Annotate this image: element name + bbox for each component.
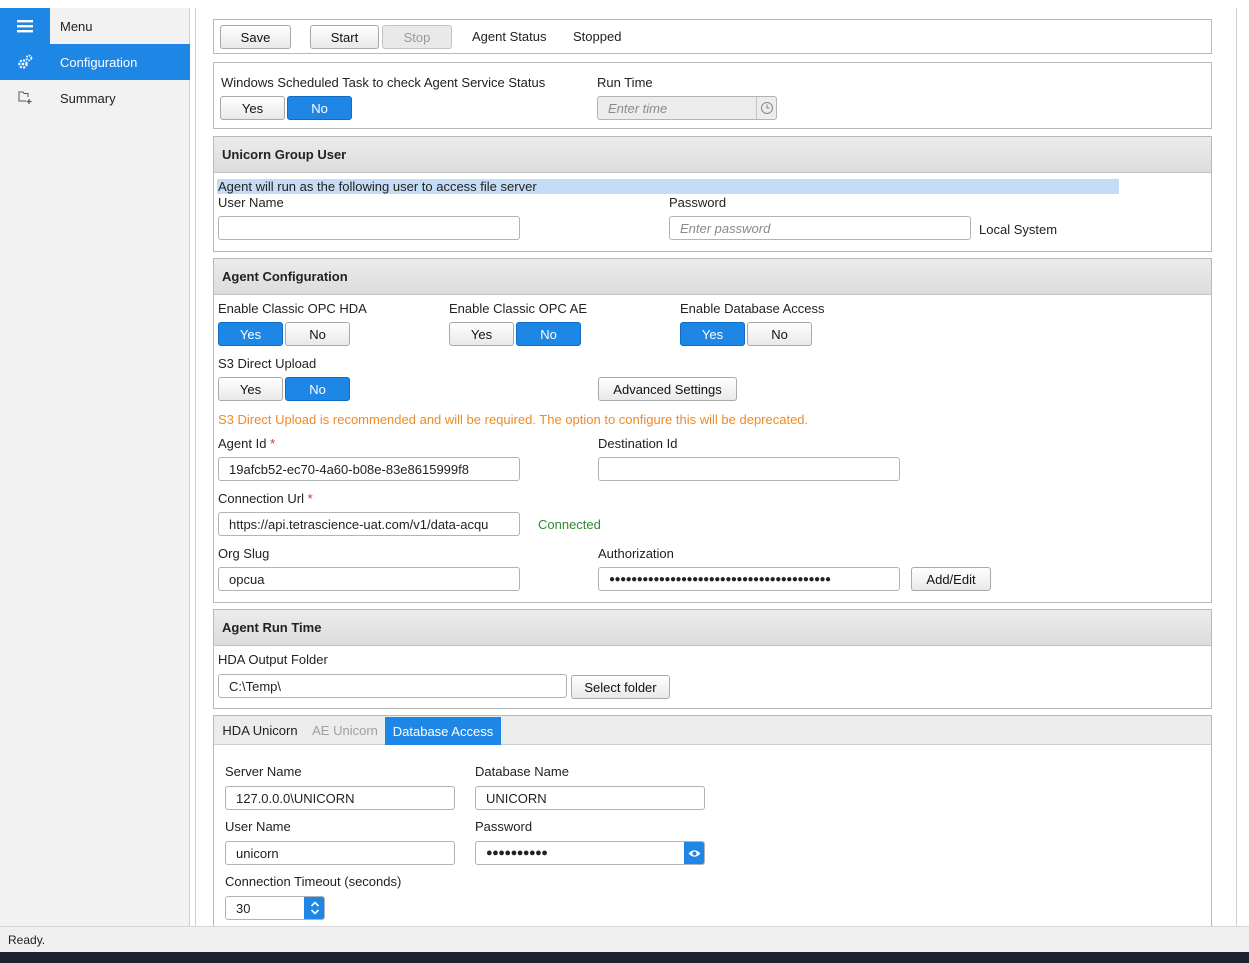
hda-folder-label: HDA Output Folder [218, 652, 328, 667]
sidebar-item-label: Configuration [60, 54, 138, 70]
run-time-title: Agent Run Time [214, 610, 1211, 646]
connection-url-input[interactable]: https://api.tetrascience-uat.com/v1/data… [218, 512, 520, 536]
agent-status-label: Agent Status [472, 29, 547, 44]
db-yes-button[interactable]: Yes [680, 322, 745, 346]
db-user-input[interactable]: unicorn [225, 841, 455, 865]
server-name-input[interactable]: 127.0.0.0\UNICORN [225, 786, 455, 810]
gears-icon [0, 44, 50, 80]
sidebar-item-summary[interactable]: Summary [0, 80, 190, 116]
db-no-button[interactable]: No [747, 322, 812, 346]
timeout-value: 30 [236, 900, 251, 916]
hda-label: Enable Classic OPC HDA [218, 301, 367, 316]
agent-status-value: Stopped [573, 29, 622, 44]
s3-label: S3 Direct Upload [218, 356, 317, 371]
sidebar-item-menu[interactable]: Menu [0, 8, 190, 44]
local-system-label[interactable]: Local System [979, 222, 1057, 237]
db-password-label: Password [475, 819, 533, 834]
timeout-stepper[interactable]: 30 [225, 896, 325, 920]
advanced-settings-button[interactable]: Advanced Settings [598, 377, 737, 401]
org-slug-label: Org Slug [218, 546, 270, 561]
status-bar: Ready. [0, 926, 1249, 952]
agent-id-input[interactable]: 19afcb52-ec70-4a60-b08e-83e8615999f8 [218, 457, 520, 481]
agent-config-title: Agent Configuration [214, 259, 1211, 295]
agent-config-panel: Agent Configuration Enable Classic OPC H… [213, 258, 1212, 603]
run-time-label: Run Time [597, 75, 653, 90]
show-password-eye-icon[interactable] [684, 842, 704, 864]
save-button[interactable]: Save [220, 25, 291, 49]
hda-folder-input[interactable]: C:\Temp\ [218, 674, 567, 698]
ae-yes-button[interactable]: Yes [449, 322, 514, 346]
authorization-label: Authorization [598, 546, 674, 561]
hda-yes-button[interactable]: Yes [218, 322, 283, 346]
scheduled-task-label: Windows Scheduled Task to check Agent Se… [221, 75, 546, 90]
server-name-label: Server Name [225, 764, 302, 779]
sidebar-item-configuration[interactable]: Configuration [0, 44, 190, 80]
username-input[interactable] [218, 216, 520, 240]
run-time-panel: Agent Run Time HDA Output Folder C:\Temp… [213, 609, 1212, 709]
group-user-panel: Unicorn Group User Agent will run as the… [213, 136, 1212, 252]
username-label: User Name [218, 195, 284, 210]
run-time-placeholder: Enter time [608, 100, 668, 116]
db-password-input[interactable]: ●●●●●●●●●● [475, 841, 705, 865]
tree-add-icon [0, 80, 50, 116]
toolbar: Save Start Stop Agent Status Stopped [213, 19, 1212, 54]
sidebar-item-label: Summary [60, 90, 116, 106]
connection-url-label: Connection Url * [218, 491, 313, 506]
sidebar: Menu Configuration Summary [0, 8, 190, 926]
scheduled-yes-button[interactable]: Yes [220, 96, 285, 120]
db-user-label: User Name [225, 819, 291, 834]
database-name-input[interactable]: UNICORN [475, 786, 705, 810]
taskbar-strip [0, 952, 1249, 963]
add-edit-button[interactable]: Add/Edit [911, 567, 991, 591]
clock-icon[interactable] [756, 97, 776, 119]
password-input[interactable]: Enter password [669, 216, 971, 240]
s3-no-button[interactable]: No [285, 377, 350, 401]
connection-url-label-text: Connection Url [218, 491, 304, 506]
destination-id-label: Destination Id [598, 436, 678, 451]
hamburger-icon [0, 8, 50, 44]
password-label: Password [669, 195, 727, 210]
main-content: Save Start Stop Agent Status Stopped Win… [195, 8, 1237, 935]
s3-yes-button[interactable]: Yes [218, 377, 283, 401]
sidebar-item-label: Menu [60, 18, 93, 34]
connected-status: Connected [538, 517, 601, 532]
ae-label: Enable Classic OPC AE [449, 301, 588, 316]
tab-ae-unicorn[interactable]: AE Unicorn [306, 716, 384, 745]
required-mark: * [270, 436, 276, 451]
ae-no-button[interactable]: No [516, 322, 581, 346]
timeout-label: Connection Timeout (seconds) [225, 874, 402, 889]
agent-id-label-text: Agent Id [218, 436, 267, 451]
run-time-input[interactable]: Enter time [597, 96, 777, 120]
stop-button[interactable]: Stop [382, 25, 452, 49]
db-password-value: ●●●●●●●●●● [486, 847, 548, 859]
required-mark: * [307, 491, 313, 506]
agent-id-label: Agent Id * [218, 436, 275, 451]
authorization-input[interactable]: ●●●●●●●●●●●●●●●●●●●●●●●●●●●●●●●●●●●●●●●● [598, 567, 900, 591]
org-slug-input[interactable]: opcua [218, 567, 520, 591]
group-user-info: Agent will run as the following user to … [218, 179, 537, 194]
stepper-arrows-icon[interactable] [304, 897, 324, 919]
tabs-panel: HDA Unicorn AE Unicorn Database Access S… [213, 715, 1212, 935]
tab-hda-unicorn[interactable]: HDA Unicorn [215, 716, 305, 745]
database-name-label: Database Name [475, 764, 569, 779]
group-user-title: Unicorn Group User [214, 137, 1211, 173]
select-folder-button[interactable]: Select folder [571, 675, 670, 699]
db-access-label: Enable Database Access [680, 301, 825, 316]
start-button[interactable]: Start [310, 25, 379, 49]
s3-warning: S3 Direct Upload is recommended and will… [218, 412, 809, 427]
destination-id-input[interactable] [598, 457, 900, 481]
hda-no-button[interactable]: No [285, 322, 350, 346]
tab-database-access[interactable]: Database Access [385, 717, 501, 745]
scheduled-no-button[interactable]: No [287, 96, 352, 120]
scheduled-task-panel: Windows Scheduled Task to check Agent Se… [213, 62, 1212, 129]
status-text: Ready. [8, 932, 46, 947]
right-divider [1236, 8, 1237, 926]
